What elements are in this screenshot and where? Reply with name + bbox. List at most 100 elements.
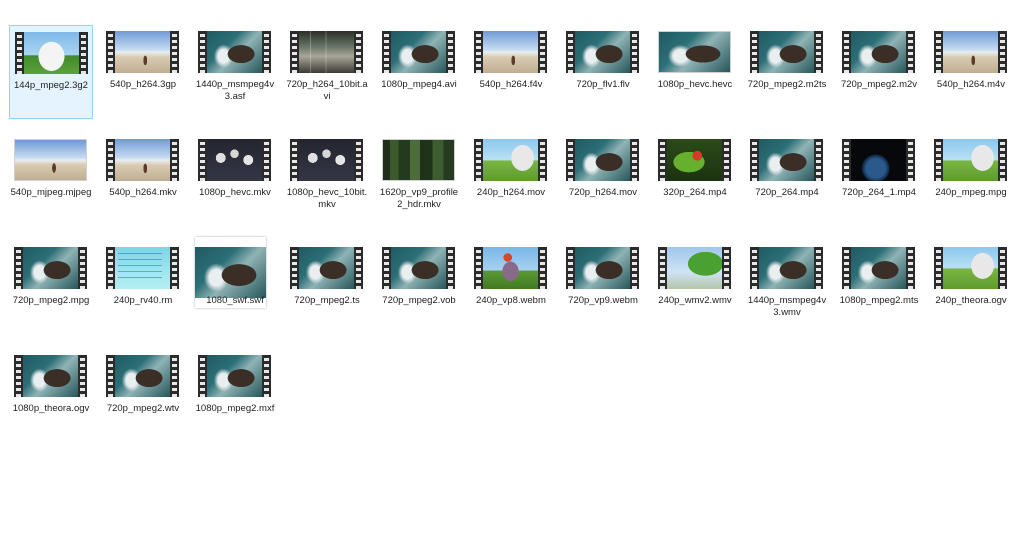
file-item[interactable]: 540p_h264.m4v <box>929 25 1013 119</box>
video-thumbnail <box>198 31 271 73</box>
file-name-label: 1080p_hevc_10bit.mkv <box>286 187 368 210</box>
video-thumbnail <box>566 31 639 73</box>
file-item[interactable]: 720p_mpeg2.wtv <box>101 349 185 443</box>
file-name-label: 240p_wmv2.wmv <box>658 295 732 306</box>
file-name-label: 240p_vp8.webm <box>476 295 546 306</box>
thumbnail-frame <box>667 247 722 289</box>
file-item[interactable]: 540p_h264.f4v <box>469 25 553 119</box>
video-thumbnail <box>290 31 363 73</box>
file-item[interactable]: 1080p_mpeg2.mts <box>837 241 921 335</box>
file-item[interactable]: 1080p_mpeg2.mxf <box>193 349 277 443</box>
thumbnail-frame <box>759 31 814 73</box>
file-item[interactable]: 720p_mpeg2.ts <box>285 241 369 335</box>
video-thumbnail <box>658 139 731 181</box>
file-item[interactable]: 1440p_msmpeg4v3.asf <box>193 25 277 119</box>
file-item[interactable]: 320p_264.mp4 <box>653 133 737 227</box>
file-item[interactable]: 720p_264.mp4 <box>745 133 829 227</box>
file-name-label: 720p_mpeg2.ts <box>294 295 360 306</box>
thumbnail-frame <box>115 139 170 181</box>
file-item[interactable]: 240p_wmv2.wmv <box>653 241 737 335</box>
file-name-label: 720p_mpeg2.m2v <box>840 79 918 90</box>
thumbnail-frame <box>15 140 86 180</box>
file-item[interactable]: 1440p_msmpeg4v3.wmv <box>745 241 829 335</box>
file-item[interactable]: 540p_h264.mkv <box>101 133 185 227</box>
thumbnail-frame <box>299 139 354 181</box>
file-item[interactable]: 1080p_hevc.mkv <box>193 133 277 227</box>
thumbnail-frame <box>195 247 266 298</box>
file-name-label: 720p_flv1.flv <box>576 79 630 90</box>
file-item[interactable]: 1080p_mpeg4.avi <box>377 25 461 119</box>
file-name-label: 720p_264.mp4 <box>755 187 819 198</box>
file-name-label: 540p_h264.f4v <box>479 79 543 90</box>
file-name-label: 1080p_hevc.hevc <box>657 79 733 90</box>
file-item[interactable]: 1080p_hevc.hevc <box>653 25 737 119</box>
file-item[interactable]: 540p_h264.3gp <box>101 25 185 119</box>
file-item[interactable]: 720p_mpeg2.m2ts <box>745 25 829 119</box>
file-item[interactable]: 144p_mpeg2.3g2 <box>9 25 93 119</box>
thumbnail-frame <box>943 31 998 73</box>
thumbnail-frame <box>659 32 730 72</box>
file-item[interactable]: 1620p_vp9_profile2_hdr.mkv <box>377 133 461 227</box>
file-item[interactable]: 240p_h264.mov <box>469 133 553 227</box>
video-thumbnail <box>842 31 915 73</box>
slide-text-lines <box>118 252 163 283</box>
file-item[interactable]: 1080p_theora.ogv <box>9 349 93 443</box>
file-item[interactable]: 540p_mjpeg.mjpeg <box>9 133 93 227</box>
file-item[interactable]: 1080p_hevc_10bit.mkv <box>285 133 369 227</box>
file-item[interactable]: 720p_mpeg2.vob <box>377 241 461 335</box>
thumbnail-frame <box>943 139 998 181</box>
file-item[interactable]: 240p_theora.ogv <box>929 241 1013 335</box>
thumbnail-frame <box>115 31 170 73</box>
thumbnail-frame <box>207 31 262 73</box>
file-name-label: 1080p_hevc.mkv <box>199 187 271 198</box>
file-name-label: 1080p_mpeg2.mts <box>839 295 919 306</box>
file-name-label: 240p_theora.ogv <box>935 295 1007 306</box>
thumbnail-frame <box>667 139 722 181</box>
file-grid: 144p_mpeg2.3g2 540p_h264.3gp 1440p_msmpeg4… <box>0 0 1024 550</box>
file-item[interactable]: 720p_264_1.mp4 <box>837 133 921 227</box>
thumbnail-frame <box>383 140 454 180</box>
file-name-label: 540p_mjpeg.mjpeg <box>10 187 92 198</box>
video-thumbnail <box>106 139 179 181</box>
video-thumbnail <box>566 139 639 181</box>
video-thumbnail <box>934 31 1007 73</box>
video-thumbnail <box>382 247 455 289</box>
file-item[interactable]: 240p_mpeg.mpg <box>929 133 1013 227</box>
file-name-label: 720p_h264.mov <box>568 187 638 198</box>
file-name-label: 720p_264_1.mp4 <box>842 187 916 198</box>
thumbnail-frame <box>299 247 354 289</box>
file-item[interactable]: 720p_mpeg2.mpg <box>9 241 93 335</box>
file-name-label: 1080p_mpeg4.avi <box>381 79 457 90</box>
file-name-label: 720p_mpeg2.wtv <box>106 403 180 414</box>
file-name-label: 540p_h264.m4v <box>936 79 1006 90</box>
video-thumbnail <box>750 247 823 289</box>
file-item[interactable]: 240p_vp8.webm <box>469 241 553 335</box>
thumbnail-frame <box>483 31 538 73</box>
file-name-label: 1620p_vp9_profile2_hdr.mkv <box>379 187 459 210</box>
file-name-label: 720p_mpeg2.m2ts <box>747 79 827 90</box>
file-name-label: 540p_h264.3gp <box>109 79 177 90</box>
video-thumbnail <box>290 139 363 181</box>
video-thumbnail <box>106 355 179 397</box>
video-thumbnail <box>750 31 823 73</box>
thumbnail-frame <box>483 139 538 181</box>
file-item[interactable]: 240p_rv40.rm <box>101 241 185 335</box>
file-name-label: 720p_mpeg2.mpg <box>12 295 90 306</box>
file-item[interactable]: 720p_vp9.webm <box>561 241 645 335</box>
file-item[interactable]: 720p_h264_10bit.avi <box>285 25 369 119</box>
file-item[interactable]: 720p_flv1.flv <box>561 25 645 119</box>
file-name-label: 720p_vp9.webm <box>568 295 638 306</box>
video-thumbnail <box>566 247 639 289</box>
file-name-label: 1080p_mpeg2.mxf <box>195 403 275 414</box>
thumbnail-frame <box>299 31 354 73</box>
thumbnail-frame <box>23 247 78 289</box>
video-thumbnail <box>382 139 455 181</box>
file-name-label: 1440p_msmpeg4v3.asf <box>195 79 275 102</box>
file-item[interactable]: 1080_swf.swf <box>193 237 277 335</box>
video-thumbnail <box>658 247 731 289</box>
file-name-label: 720p_h264_10bit.avi <box>286 79 368 102</box>
file-item[interactable]: 720p_h264.mov <box>561 133 645 227</box>
file-item[interactable]: 720p_mpeg2.m2v <box>837 25 921 119</box>
thumbnail-frame <box>207 139 262 181</box>
thumbnail-frame <box>943 247 998 289</box>
